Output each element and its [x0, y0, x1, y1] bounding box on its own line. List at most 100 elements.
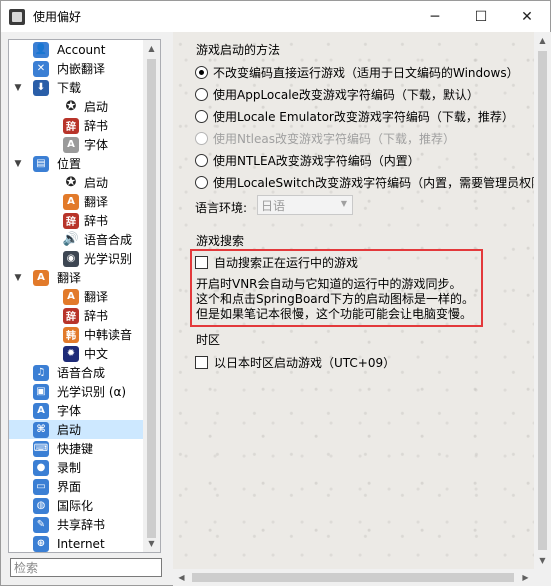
tree-item-label: 共享辞书 [57, 518, 106, 532]
launch-option-ntleas: 使用Ntleas改变游戏字符编码（下载，推荐） [195, 130, 455, 147]
tree-item-shortcut[interactable]: ⌨ 快捷键 [9, 439, 144, 458]
tree-item-record[interactable]: ● 录制 [9, 458, 144, 477]
content-vertical-scrollbar[interactable]: ▲ ▼ [534, 32, 551, 569]
tree-item-download-font[interactable]: A 字体 [9, 135, 144, 154]
launch-method-title: 游戏启动的方法 [196, 43, 281, 57]
tree-item-download[interactable]: ▼ ⬇ 下载 [9, 78, 144, 97]
launch-option-native[interactable]: 不改变编码直接运行游戏（适用于日文编码的Windows） [195, 64, 519, 81]
tree-item-font[interactable]: A 字体 [9, 401, 144, 420]
option-label: 使用NTLEA改变游戏字符编码（内置） [213, 154, 420, 168]
radio-button[interactable] [195, 66, 208, 79]
launch-icon: ✪ [65, 99, 77, 114]
tree-item-tts[interactable]: ♫ 语音合成 [9, 363, 144, 382]
tree-item-account[interactable]: 👤 Account [9, 40, 144, 59]
minimize-button[interactable]: ─ [412, 1, 458, 32]
chevron-down-icon[interactable]: ▼ [13, 83, 23, 93]
scroll-up-arrow-icon[interactable]: ▲ [143, 40, 160, 57]
tree-item-shared-dictionary[interactable]: ✎ 共享辞书 [9, 515, 144, 534]
maximize-button[interactable]: ☐ [458, 1, 504, 32]
japan-timezone-checkbox[interactable] [195, 356, 208, 369]
scroll-down-arrow-icon[interactable]: ▼ [143, 535, 160, 552]
tree-item-location-ocr[interactable]: ◉ 光学识别 [9, 249, 144, 268]
radio-button[interactable] [195, 110, 208, 123]
font-icon: A [63, 136, 79, 153]
tree-item-translation[interactable]: ▼ A 翻译 [9, 268, 144, 287]
tree-item-label: 录制 [57, 461, 82, 475]
option-label: 使用Ntleas改变游戏字符编码（下载，推荐） [213, 132, 456, 146]
japan-timezone-option[interactable]: 以日本时区启动游戏（UTC+09） [195, 354, 395, 371]
tree-item-label: 国际化 [57, 499, 94, 513]
scrollbar-thumb[interactable] [538, 51, 547, 550]
tree-item-internet[interactable]: ⊕ Internet [9, 534, 144, 552]
location-icon: ▤ [33, 155, 49, 172]
tree-item-label: Account [57, 42, 106, 57]
tree-item-label: 快捷键 [57, 442, 94, 456]
radio-button [195, 132, 208, 145]
scrollbar-thumb[interactable] [192, 573, 514, 582]
tree-item-ocr-alpha[interactable]: ▣ 光学识别 (α) [9, 382, 144, 401]
auto-search-checkbox[interactable] [195, 256, 208, 269]
checkbox-label: 以日本时区启动游戏（UTC+09） [214, 356, 396, 370]
launch-icon: ⌘ [33, 421, 49, 438]
content-horizontal-scrollbar[interactable]: ◀ ▶ [173, 569, 534, 586]
search-input[interactable] [10, 558, 162, 577]
tree-item-launch-selected[interactable]: ⌘ 启动 [9, 420, 144, 439]
scrollbar-corner [534, 569, 551, 586]
preferences-tree-panel: 👤 Account ✕ 内嵌翻译 ▼ ⬇ 下载 ✪ 启动 辞 辞书 A 字体 ▼… [8, 39, 161, 553]
tree-item-location-dictionary[interactable]: 辞 辞书 [9, 211, 144, 230]
scrollbar-thumb[interactable] [147, 59, 156, 538]
tree-item-location-translate[interactable]: A 翻译 [9, 192, 144, 211]
tree-item-download-dictionary[interactable]: 辞 辞书 [9, 116, 144, 135]
tree-item-label: 启动 [57, 423, 82, 437]
tree-item-location-tts[interactable]: 🔊 语音合成 [9, 230, 144, 249]
scroll-up-arrow-icon[interactable]: ▲ [534, 32, 551, 49]
window-title: 使用偏好 [33, 10, 82, 24]
launch-option-ntlea[interactable]: 使用NTLEA改变游戏字符编码（内置） [195, 152, 420, 169]
korean-icon: 韩 [63, 326, 79, 343]
launch-option-localeswitch[interactable]: 使用LocaleSwitch改变游戏字符编码（内置，需要管理员权限） [195, 174, 551, 191]
tree-item-ui[interactable]: ▭ 界面 [9, 477, 144, 496]
radio-button[interactable] [195, 154, 208, 167]
tree-item-download-launch[interactable]: ✪ 启动 [9, 97, 144, 116]
checkbox-label: 自动搜索正在运行中的游戏 [214, 256, 359, 270]
tree-item-label: 光学识别 [84, 252, 133, 266]
tree-item-embedded-translation[interactable]: ✕ 内嵌翻译 [9, 59, 144, 78]
radio-button[interactable] [195, 176, 208, 189]
tree-item-label: 内嵌翻译 [57, 62, 106, 76]
tree-item-location-launch[interactable]: ✪ 启动 [9, 173, 144, 192]
app-icon [9, 8, 25, 25]
scroll-down-arrow-icon[interactable]: ▼ [534, 552, 551, 569]
tree-item-location[interactable]: ▼ ▤ 位置 [9, 154, 144, 173]
internet-icon: ⊕ [33, 535, 49, 552]
tree-item-label: 界面 [57, 480, 82, 494]
tree-item-label: 翻译 [84, 195, 109, 209]
launch-option-locale-emulator[interactable]: 使用Locale Emulator改变游戏字符编码（下载，推荐） [195, 108, 514, 125]
language-select-value: 日语 [261, 198, 286, 213]
translate-icon: A [33, 269, 49, 286]
chevron-down-icon[interactable]: ▼ [13, 159, 23, 169]
radio-button[interactable] [195, 88, 208, 101]
launch-icon: ✪ [65, 175, 77, 190]
font-icon: A [33, 402, 49, 419]
close-button[interactable]: ✕ [504, 1, 550, 32]
ui-icon: ▭ [33, 478, 49, 495]
tree-item-translation-chinese[interactable]: ✹ 中文 [9, 344, 144, 363]
tree-vertical-scrollbar[interactable]: ▲ ▼ [143, 40, 160, 552]
preferences-tree: 👤 Account ✕ 内嵌翻译 ▼ ⬇ 下载 ✪ 启动 辞 辞书 A 字体 ▼… [9, 40, 144, 552]
option-label: 使用AppLocale改变游戏字符编码（下载，默认） [213, 88, 479, 102]
tree-item-label: 字体 [84, 138, 109, 152]
chevron-down-icon[interactable]: ▼ [13, 273, 23, 283]
tts-icon: ♫ [33, 364, 49, 381]
auto-search-option[interactable]: 自动搜索正在运行中的游戏 [195, 254, 358, 271]
tree-item-translation-dictionary[interactable]: 辞 辞书 [9, 306, 144, 325]
timezone-title: 时区 [196, 333, 221, 347]
scroll-right-arrow-icon[interactable]: ▶ [517, 569, 534, 586]
tree-item-translation-korean[interactable]: 韩 中韩读音 [9, 325, 144, 344]
scroll-left-arrow-icon[interactable]: ◀ [173, 569, 190, 586]
launch-option-applocale[interactable]: 使用AppLocale改变游戏字符编码（下载，默认） [195, 86, 479, 103]
translate-icon: A [63, 193, 79, 210]
tree-item-label: Internet [57, 536, 105, 551]
tree-item-i18n[interactable]: ◍ 国际化 [9, 496, 144, 515]
tree-item-translation-translate[interactable]: A 翻译 [9, 287, 144, 306]
tree-item-label: 启动 [84, 176, 109, 190]
